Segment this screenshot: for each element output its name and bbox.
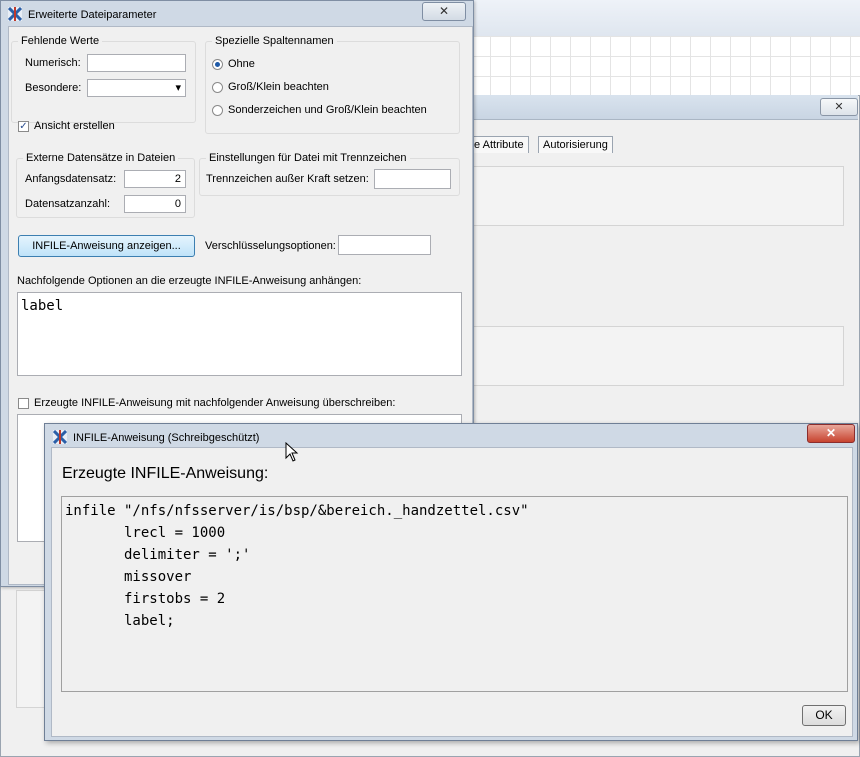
popup-close-button[interactable]: ✕ <box>807 424 855 443</box>
background-panel-top <box>470 166 844 226</box>
code-line: delimiter = ';' <box>65 547 251 563</box>
dialog-close-button[interactable]: ✕ <box>422 2 466 21</box>
radio-none-indicator[interactable] <box>212 59 223 70</box>
start-record-label: Anfangsdatensatz: <box>25 173 117 185</box>
background-canvas-grid <box>470 36 860 96</box>
delimiter-settings-legend: Einstellungen für Datei mit Trennzeichen <box>209 152 407 164</box>
special-dropdown[interactable]: ▾ <box>87 79 186 97</box>
code-line: lrecl = 1000 <box>65 525 226 541</box>
radio-none-label: Ohne <box>228 58 255 70</box>
append-options-textarea[interactable]: label <box>17 292 462 376</box>
app-icon <box>53 430 67 444</box>
background-toolbar <box>470 0 860 37</box>
overwrite-infile-label: Erzeugte INFILE-Anweisung mit nachfolgen… <box>34 397 396 409</box>
background-close-button[interactable]: ✕ <box>820 98 858 116</box>
missing-values-legend: Fehlende Werte <box>21 35 100 47</box>
encryption-input[interactable] <box>338 235 431 255</box>
tab-authorization[interactable]: Autorisierung <box>538 136 613 153</box>
ok-button[interactable]: OK <box>802 705 846 726</box>
background-window-titlebar <box>470 95 858 120</box>
code-line: missover <box>65 569 192 585</box>
popup-title: INFILE-Anweisung (Schreibgeschützt) <box>73 432 260 444</box>
radio-case-indicator[interactable] <box>212 82 223 93</box>
infile-heading: Erzeugte INFILE-Anweisung: <box>62 465 269 482</box>
radio-special-case-indicator[interactable] <box>212 105 223 116</box>
record-count-label: Datensatzanzahl: <box>25 198 110 210</box>
infile-readonly-dialog: INFILE-Anweisung (Schreibgeschützt) ✕ Er… <box>44 423 858 741</box>
code-line: firstobs = 2 <box>65 591 226 607</box>
code-line: label; <box>65 613 175 629</box>
app-icon <box>8 7 22 21</box>
delimiter-override-input[interactable] <box>374 169 451 189</box>
tab-extended-attributes[interactable]: te Attribute <box>466 136 529 153</box>
external-records-legend: Externe Datensätze in Dateien <box>26 152 176 164</box>
radio-special-case-label: Sonderzeichen und Groß/Klein beachten <box>228 104 427 116</box>
create-view-check-indicator[interactable]: ✓ <box>18 121 29 132</box>
code-line: infile "/nfs/nfsserver/is/bsp/&bereich._… <box>65 503 529 519</box>
record-count-input[interactable]: 0 <box>124 195 186 213</box>
start-record-input[interactable]: 2 <box>124 170 186 188</box>
column-names-legend: Spezielle Spaltennamen <box>215 35 334 47</box>
chevron-down-icon: ▾ <box>175 82 181 94</box>
numeric-label: Numerisch: <box>25 57 81 69</box>
popup-client-area: Erzeugte INFILE-Anweisung: infile "/nfs/… <box>51 447 853 737</box>
overwrite-check-indicator[interactable] <box>18 398 29 409</box>
background-panel-middle <box>470 326 844 386</box>
dialog-titlebar: Erweiterte Dateiparameter ✕ <box>2 2 472 26</box>
append-options-label: Nachfolgende Optionen an die erzeugte IN… <box>17 275 362 287</box>
radio-case-label: Groß/Klein beachten <box>228 81 329 93</box>
dialog-title: Erweiterte Dateiparameter <box>28 9 157 21</box>
create-view-label: Ansicht erstellen <box>34 120 115 132</box>
special-label: Besondere: <box>25 82 82 94</box>
encryption-label: Verschlüsselungsoptionen: <box>205 240 336 252</box>
infile-code-box[interactable]: infile "/nfs/nfsserver/is/bsp/&bereich._… <box>61 496 848 692</box>
numeric-input[interactable] <box>87 54 186 72</box>
mouse-cursor-icon <box>285 442 299 462</box>
show-infile-button[interactable]: INFILE-Anweisung anzeigen... <box>18 235 195 257</box>
delimiter-override-label: Trennzeichen außer Kraft setzen: <box>206 173 369 185</box>
